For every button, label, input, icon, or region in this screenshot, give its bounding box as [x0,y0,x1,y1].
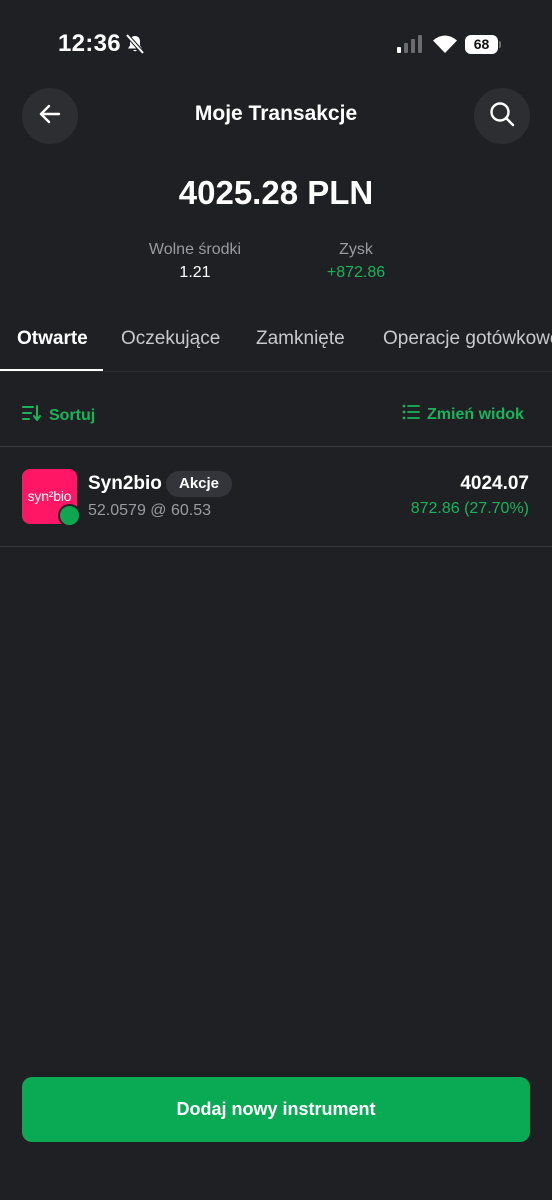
change-view-label: Zmień widok [427,405,524,423]
market-open-indicator [58,504,81,527]
instrument-name: Syn2bio [88,473,162,494]
battery-level: 68 [465,35,498,54]
position-profit-loss: 872.86 (27.70%) [410,500,529,517]
asset-type-badge: Akcje [166,471,233,497]
add-instrument-button[interactable]: Dodaj nowy instrument [22,1077,530,1142]
row-divider [0,546,552,547]
total-balance: 4025.28 PLN [178,174,374,211]
position-row[interactable]: syn²bio Syn2bio Akcje 52.0579 @ 60.53 40… [0,447,552,546]
tab-closed[interactable]: Zamknięte [256,328,345,350]
tab-cash-operations[interactable]: Operacje gotówkowe [383,328,552,350]
free-funds-value: 1.21 [179,264,211,281]
battery-tip [499,41,501,48]
free-funds-label: Wolne środki [148,241,242,258]
profit-stat: Zysk +872.86 [290,240,422,284]
bell-muted-icon [124,33,146,55]
profit-label: Zysk [339,241,373,258]
status-time: 12:36 [58,30,121,57]
search-button[interactable] [474,88,530,144]
signal-icon [396,34,424,54]
list-view-icon [402,404,427,425]
tab-pending[interactable]: Oczekujące [121,328,220,350]
tabs-divider [0,371,552,372]
tab-open[interactable]: Otwarte [17,328,88,350]
status-bar: 12:36 68 [0,0,552,90]
position-value: 4024.07 [460,473,529,494]
sort-label: Sortuj [49,406,96,424]
page-title: Moje Transakcje [194,102,358,125]
free-funds-stat: Wolne środki 1.21 [120,240,270,284]
wifi-icon [432,33,458,54]
change-view-button[interactable]: Zmień widok [402,404,524,425]
profit-value: +872.86 [326,264,386,281]
position-details: 52.0579 @ 60.53 [88,502,212,519]
tab-bar: Otwarte Oczekujące Zamknięte Operacje go… [0,312,552,372]
search-icon [488,100,516,133]
sort-icon [22,404,49,427]
sort-button[interactable]: Sortuj [22,404,95,427]
battery-icon: 68 [465,35,501,54]
